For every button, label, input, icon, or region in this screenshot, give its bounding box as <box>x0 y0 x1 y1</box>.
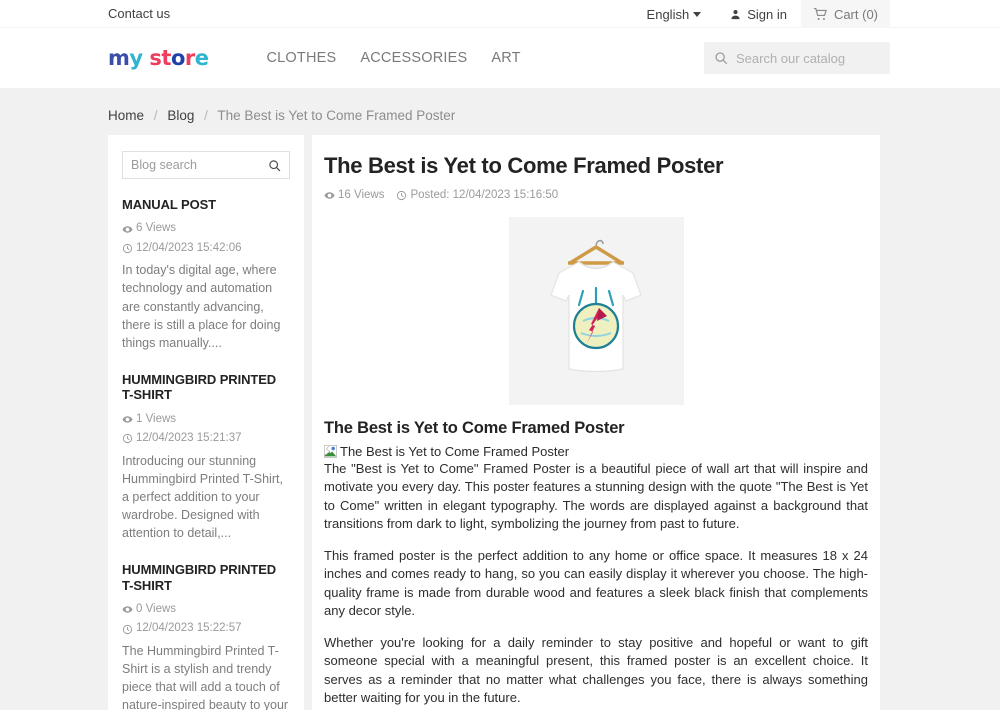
breadcrumb-separator: / <box>204 108 208 123</box>
main-header: my store CLOTHES ACCESSORIES ART <box>0 28 1000 88</box>
article-paragraph: The "Best is Yet to Come" Framed Poster … <box>324 461 868 532</box>
post-date: 12/04/2023 15:42:06 <box>136 241 242 254</box>
eye-icon <box>122 604 133 615</box>
article-content: The Best is Yet to Come Framed Poster 16… <box>312 135 880 710</box>
page-title: The Best is Yet to Come Framed Poster <box>324 153 724 178</box>
search-icon[interactable] <box>268 159 281 172</box>
cart-label: Cart (0) <box>833 6 878 22</box>
eye-icon <box>324 190 335 201</box>
top-bar-right-group: English Sign in Cart (0) <box>647 0 890 28</box>
blog-search-input[interactable] <box>131 158 268 172</box>
article-hero-image[interactable] <box>508 217 684 405</box>
sidebar-post-meta: 1 Views 12/04/2023 15:21:37 <box>122 412 290 447</box>
views-meta: 16 Views <box>324 189 384 201</box>
date-meta: 12/04/2023 15:22:57 <box>122 621 242 637</box>
post-date: 12/04/2023 15:22:57 <box>136 622 242 635</box>
breadcrumb-separator: / <box>153 108 158 123</box>
language-selector[interactable]: English <box>647 7 716 22</box>
sign-in-label: Sign in <box>747 6 787 22</box>
eye-icon <box>122 224 133 235</box>
chevron-down-icon <box>693 11 702 17</box>
blog-sidebar: MANUAL POST 6 Views 12/04/2023 15:42:06 … <box>108 135 304 710</box>
breadcrumb-item-current: The Best is Yet to Come Framed Poster <box>217 108 456 123</box>
contact-us-link[interactable]: Contact us <box>108 6 170 21</box>
page-body: MANUAL POST 6 Views 12/04/2023 15:42:06 … <box>0 135 1000 710</box>
sidebar-post-excerpt: In today's digital age, where technology… <box>122 263 281 350</box>
tshirt-illustration <box>550 239 642 372</box>
views-count: 0 Views <box>136 602 177 615</box>
sidebar-post-title[interactable]: HUMMINGBIRD PRINTED T-SHIRT <box>122 562 290 593</box>
nav-item-art[interactable]: ART <box>491 50 520 66</box>
clock-icon <box>122 243 133 254</box>
cart-button[interactable]: Cart (0) <box>800 0 890 28</box>
broken-image-alt-text: The Best is Yet to Come Framed Poster <box>340 444 570 459</box>
main-navigation: CLOTHES ACCESSORIES ART <box>267 50 521 66</box>
user-icon <box>729 8 742 21</box>
eye-icon <box>122 414 133 425</box>
views-count: 1 Views <box>136 412 177 425</box>
date-meta: 12/04/2023 15:21:37 <box>122 431 242 447</box>
breadcrumb: Home / Blog / The Best is Yet to Come Fr… <box>0 88 1000 135</box>
blog-search[interactable] <box>122 151 290 179</box>
sidebar-post-item[interactable]: HUMMINGBIRD PRINTED T-SHIRT 1 Views 12/0… <box>122 372 290 542</box>
search-input[interactable] <box>736 50 880 66</box>
sidebar-post-excerpt: The Hummingbird Printed T-Shirt is a sty… <box>122 643 289 710</box>
sidebar-post-item[interactable]: MANUAL POST 6 Views 12/04/2023 15:42:06 … <box>122 197 290 352</box>
clock-icon <box>122 624 133 635</box>
catalog-search[interactable] <box>704 42 890 74</box>
breadcrumb-item-home[interactable]: Home <box>108 108 144 123</box>
sign-in-button[interactable]: Sign in <box>715 7 801 22</box>
sidebar-post-excerpt: Introducing our stunning Hummingbird Pri… <box>122 453 283 541</box>
nav-item-clothes[interactable]: CLOTHES <box>267 50 337 66</box>
broken-image-icon <box>324 445 337 458</box>
broken-image-line: The Best is Yet to Come Framed Poster <box>324 444 868 459</box>
article-meta: 16 Views Posted: 12/04/2023 15:16:50 <box>324 189 868 201</box>
views-meta: 0 Views <box>122 602 176 618</box>
post-date: 12/04/2023 15:21:37 <box>136 432 242 445</box>
sidebar-post-meta: 6 Views 12/04/2023 15:42:06 <box>122 221 290 256</box>
views-meta: 6 Views <box>122 221 176 237</box>
views-meta: 1 Views <box>122 412 176 428</box>
date-meta: 12/04/2023 15:42:06 <box>122 241 242 257</box>
posted-date: Posted: 12/04/2023 15:16:50 <box>410 189 559 201</box>
nav-item-accessories[interactable]: ACCESSORIES <box>360 50 467 66</box>
top-bar: Contact us English Sign in Cart (0) <box>0 0 1000 28</box>
cart-icon <box>813 7 828 22</box>
views-count: 6 Views <box>136 222 177 235</box>
language-label: English <box>646 6 690 22</box>
breadcrumb-item-blog[interactable]: Blog <box>167 108 194 123</box>
article-paragraph: Whether you're looking for a daily remin… <box>324 634 868 705</box>
views-count: 16 Views <box>338 189 385 201</box>
sidebar-post-title[interactable]: MANUAL POST <box>122 197 290 212</box>
clock-icon <box>122 433 133 444</box>
sidebar-post-meta: 0 Views 12/04/2023 15:22:57 <box>122 602 290 637</box>
article-subheading: The Best is Yet to Come Framed Poster <box>324 419 625 437</box>
article-paragraph: This framed poster is the perfect additi… <box>324 547 868 619</box>
search-icon <box>714 51 728 65</box>
posted-meta: Posted: 12/04/2023 15:16:50 <box>396 189 558 201</box>
site-header: Contact us English Sign in Cart (0) my s… <box>0 0 1000 88</box>
clock-icon <box>396 190 407 201</box>
site-logo[interactable]: my store <box>108 46 209 70</box>
sidebar-post-title[interactable]: HUMMINGBIRD PRINTED T-SHIRT <box>122 372 290 403</box>
sidebar-post-item[interactable]: HUMMINGBIRD PRINTED T-SHIRT 0 Views 12/0… <box>122 562 290 710</box>
